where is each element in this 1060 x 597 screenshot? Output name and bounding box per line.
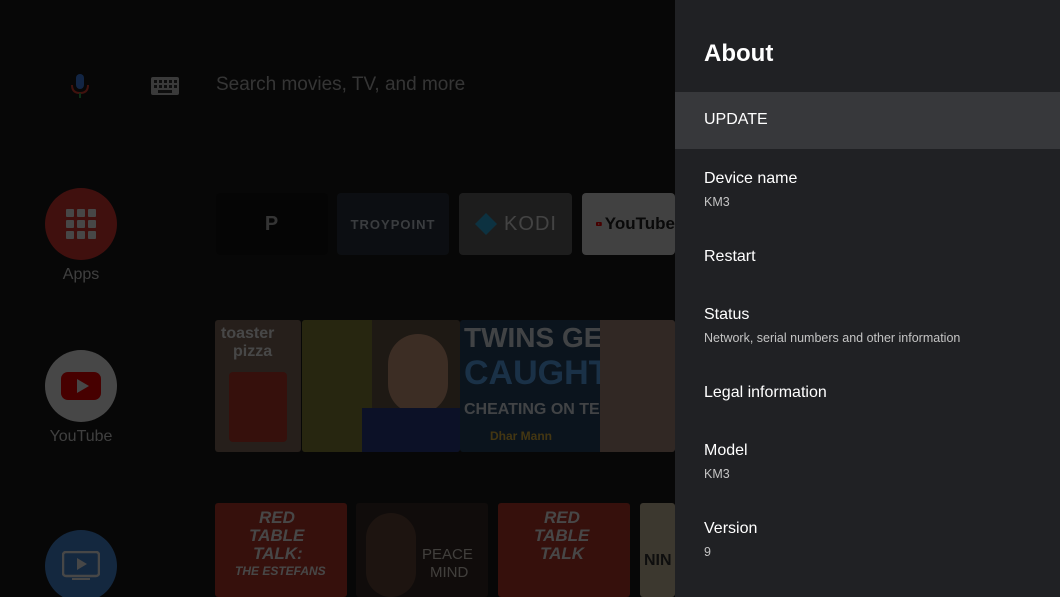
menu-item-device-name[interactable]: Device name KM3 <box>675 160 1060 224</box>
thumb-text: TABLE <box>249 526 305 545</box>
menu-item-title: UPDATE <box>704 111 768 128</box>
menu-item-subtitle: KM3 <box>704 467 730 481</box>
thumb-text: PEACE <box>422 546 473 563</box>
thumb-text: Dhar Mann <box>490 429 553 443</box>
apps-grid-icon <box>45 188 117 260</box>
fav-tile-p[interactable]: P <box>216 193 328 255</box>
menu-item-status[interactable]: Status Network, serial numbers and other… <box>675 296 1060 360</box>
menu-item-title: Device name <box>704 170 798 187</box>
menu-item-subtitle: 9 <box>704 545 711 559</box>
play-tv-icon <box>45 530 117 597</box>
thumb-text: TALK <box>540 544 585 563</box>
thumb-text: THE ESTEFANS <box>235 564 326 578</box>
youtube-play-icon <box>45 350 117 422</box>
fav-tile-kodi[interactable]: KODI <box>459 193 572 255</box>
thumb-text: pizza <box>233 343 273 360</box>
fav-label: TROYPOINT <box>350 216 436 232</box>
thumb-text: TALK: <box>253 544 303 563</box>
panel-title: About <box>704 40 774 67</box>
fav-label: KODI <box>504 212 557 235</box>
menu-item-version[interactable]: Version 9 <box>675 510 1060 574</box>
thumb-text: RED <box>544 508 580 527</box>
thumb-text: CHEATING ON TEST <box>464 401 621 418</box>
menu-item-title: Restart <box>704 248 756 265</box>
side-app-play-tv[interactable] <box>44 530 118 597</box>
about-panel: About UPDATE Device name KM3 Restart Sta… <box>675 0 1060 597</box>
menu-item-update[interactable]: UPDATE <box>675 92 1060 149</box>
thumb-peace-mind[interactable]: PEACE MIND <box>356 503 488 597</box>
menu-item-subtitle: KM3 <box>704 195 730 209</box>
fav-tile-troypoint[interactable]: TROYPOINT <box>337 193 449 255</box>
launcher-background: Search movies, TV, and more Apps YouTube <box>0 0 675 597</box>
thumb-text: RED <box>259 508 295 527</box>
thumb-red-table-talk[interactable]: RED TABLE TALK <box>498 503 630 597</box>
menu-item-restart[interactable]: Restart <box>675 236 1060 286</box>
menu-item-title: Legal information <box>704 384 827 401</box>
thumb-text: CAUGHT <box>464 354 610 392</box>
thumb-text: toaster <box>221 325 275 342</box>
side-app-label: YouTube <box>49 428 113 445</box>
side-app-label: Apps <box>62 266 100 283</box>
thumb-text: TWINS GET <box>464 322 620 353</box>
keyboard-icon[interactable] <box>150 76 180 96</box>
fav-tile-youtube[interactable]: YouTube <box>582 193 675 255</box>
search-placeholder[interactable]: Search movies, TV, and more <box>216 74 465 96</box>
youtube-logo-icon <box>596 221 602 227</box>
fav-label: P <box>264 212 280 235</box>
fav-label: YouTube <box>604 214 675 233</box>
menu-item-legal-information[interactable]: Legal information <box>675 372 1060 422</box>
mic-icon[interactable] <box>66 72 94 100</box>
thumb-twins-caught[interactable]: TWINS GET CAUGHT CHEATING ON TEST Dhar M… <box>460 320 675 452</box>
side-app-apps[interactable]: Apps <box>44 188 118 284</box>
search-bar[interactable]: Search movies, TV, and more <box>0 62 675 110</box>
kodi-icon <box>475 213 498 235</box>
menu-item-title: Version <box>704 520 758 537</box>
side-app-youtube[interactable]: YouTube <box>44 350 118 446</box>
thumb-partial[interactable]: NIN <box>640 503 675 597</box>
thumb-text: NIN <box>644 552 672 569</box>
thumb-red-table-talk-estefans[interactable]: RED TABLE TALK: THE ESTEFANS <box>215 503 347 597</box>
menu-item-title: Model <box>704 442 748 459</box>
menu-item-title: Status <box>704 306 750 323</box>
thumb-toaster-pizza[interactable]: toaster pizza <box>215 320 301 452</box>
menu-item-subtitle: Network, serial numbers and other inform… <box>704 331 961 345</box>
thumb-text: MIND <box>430 564 469 581</box>
menu-item-model[interactable]: Model KM3 <box>675 432 1060 496</box>
thumb-text: TABLE <box>534 526 590 545</box>
thumb-person[interactable] <box>302 320 460 452</box>
